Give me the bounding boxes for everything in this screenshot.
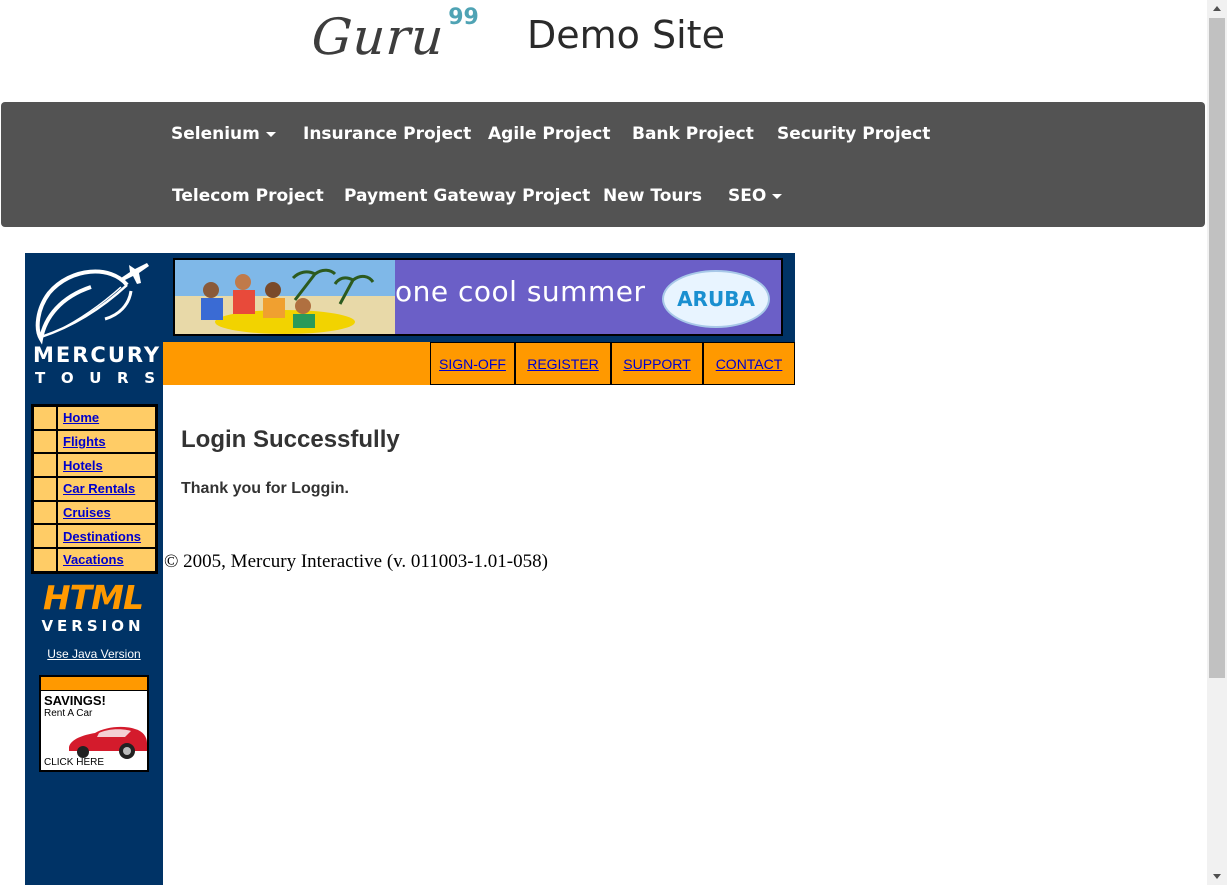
menu-link-cell: Car Rentals xyxy=(57,477,156,501)
tours-logo-word: T O U R S xyxy=(33,369,157,387)
side-menu-row: Cruises xyxy=(33,500,156,525)
site-header: Guru 99 Demo Site xyxy=(0,0,1207,102)
menu-link-cell: Flights xyxy=(57,429,156,454)
login-success-heading: Login Successfully xyxy=(181,426,400,453)
tours-letter: O xyxy=(60,369,74,387)
side-menu-car-rentals[interactable]: Car Rentals xyxy=(63,481,135,496)
ad-click-here: CLICK HERE xyxy=(44,757,105,768)
nav-label: Selenium xyxy=(171,124,260,144)
side-menu-destinations[interactable]: Destinations xyxy=(63,529,141,544)
side-menu-row: Home xyxy=(33,406,156,430)
contact-link[interactable]: CONTACT xyxy=(716,356,783,372)
nav-insurance-project[interactable]: Insurance Project xyxy=(303,123,471,145)
nav-security-project[interactable]: Security Project xyxy=(777,123,930,145)
nav-selenium[interactable]: Selenium xyxy=(171,123,276,145)
tours-letter: R xyxy=(117,369,129,387)
side-menu-row: Car Rentals xyxy=(33,477,156,501)
tours-letter: T xyxy=(35,369,46,387)
menu-bullet-cell xyxy=(33,524,57,549)
menu-link-cell: Home xyxy=(57,406,156,430)
nav-telecom-project[interactable]: Telecom Project xyxy=(172,185,324,207)
top-link-cell: CONTACT xyxy=(703,342,795,385)
red-car-icon xyxy=(69,726,147,759)
aruba-banner-ad[interactable]: one cool summer ARUBA xyxy=(173,258,783,336)
menu-link-cell: Cruises xyxy=(57,500,156,525)
caret-down-icon xyxy=(265,131,276,137)
html-badge-word: HTML xyxy=(43,578,144,617)
nav-label: SEO xyxy=(728,186,767,206)
ad-title: SAVINGS! xyxy=(44,693,106,708)
menu-bullet-cell xyxy=(33,453,57,478)
copyright-text: © 2005, Mercury Interactive (v. 011003-1… xyxy=(164,551,548,572)
savings-rent-a-car-ad[interactable]: SAVINGS! Rent A Car CLICK HERE xyxy=(39,675,149,772)
nav-seo[interactable]: SEO xyxy=(728,185,783,207)
menu-bullet-cell xyxy=(33,548,57,572)
version-badge-word: VERSION xyxy=(41,617,145,635)
scrollbar-thumb[interactable] xyxy=(1209,18,1225,678)
menu-link-cell: Hotels xyxy=(57,453,156,478)
aruba-brand-text: ARUBA xyxy=(677,287,755,311)
logo-text: Guru xyxy=(309,8,447,66)
html-version-badge: HTML VERSION xyxy=(37,578,149,646)
side-menu-row: Vacations xyxy=(33,548,156,572)
vertical-scrollbar[interactable] xyxy=(1207,0,1227,885)
menu-link-cell: Destinations xyxy=(57,524,156,549)
support-link[interactable]: SUPPORT xyxy=(623,356,690,372)
use-java-version-link[interactable]: Use Java Version xyxy=(25,647,163,661)
ad-top-strip xyxy=(41,677,147,691)
side-menu-row: Flights xyxy=(33,429,156,454)
guru99-logo[interactable]: Guru 99 xyxy=(309,5,479,68)
side-menu-row: Destinations xyxy=(33,524,156,549)
banner-slogan: one cool summer xyxy=(395,275,646,308)
caret-down-icon xyxy=(772,193,783,199)
nav-agile-project[interactable]: Agile Project xyxy=(488,123,611,145)
side-menu-row: Hotels xyxy=(33,453,156,478)
scroll-down-arrow-icon[interactable] xyxy=(1207,868,1227,885)
register-link[interactable]: REGISTER xyxy=(527,356,599,372)
ad-subtitle: Rent A Car xyxy=(44,708,93,719)
aruba-logo: ARUBA xyxy=(662,270,770,328)
side-menu-hotels[interactable]: Hotels xyxy=(63,458,103,473)
menu-bullet-cell xyxy=(33,500,57,525)
nav-payment-gateway-project[interactable]: Payment Gateway Project xyxy=(344,185,590,207)
top-links: SIGN-OFF REGISTER SUPPORT CONTACT xyxy=(430,342,795,385)
top-link-cell: REGISTER xyxy=(515,342,611,385)
plane-swoosh-icon xyxy=(35,263,149,345)
side-menu-cruises[interactable]: Cruises xyxy=(63,505,111,520)
nav-bank-project[interactable]: Bank Project xyxy=(632,123,754,145)
site-title: Demo Site xyxy=(527,13,725,57)
side-menu-flights[interactable]: Flights xyxy=(63,434,106,449)
menu-bullet-cell xyxy=(33,429,57,454)
main-navbar: Selenium Insurance Project Agile Project… xyxy=(1,102,1205,227)
mercury-sidebar: MERCURY T O U R S Home Flights Hotels Ca… xyxy=(25,253,163,885)
tours-letter: S xyxy=(144,369,155,387)
top-link-cell: SUPPORT xyxy=(611,342,703,385)
side-menu-vacations[interactable]: Vacations xyxy=(63,552,124,567)
side-menu: Home Flights Hotels Car Rentals Cruises … xyxy=(31,404,158,574)
scroll-up-arrow-icon[interactable] xyxy=(1207,0,1227,17)
mercury-logo-word: MERCURY xyxy=(33,343,162,367)
thank-you-message: Thank you for Loggin. xyxy=(181,480,349,497)
menu-bullet-cell xyxy=(33,406,57,430)
beach-photo-image xyxy=(175,260,395,334)
tours-letter: U xyxy=(89,369,102,387)
menu-bullet-cell xyxy=(33,477,57,501)
nav-new-tours[interactable]: New Tours xyxy=(603,185,702,207)
sign-off-link[interactable]: SIGN-OFF xyxy=(439,356,506,372)
top-link-cell: SIGN-OFF xyxy=(430,342,515,385)
logo-superscript: 99 xyxy=(448,5,479,30)
side-menu-home[interactable]: Home xyxy=(63,410,99,425)
menu-link-cell: Vacations xyxy=(57,548,156,572)
